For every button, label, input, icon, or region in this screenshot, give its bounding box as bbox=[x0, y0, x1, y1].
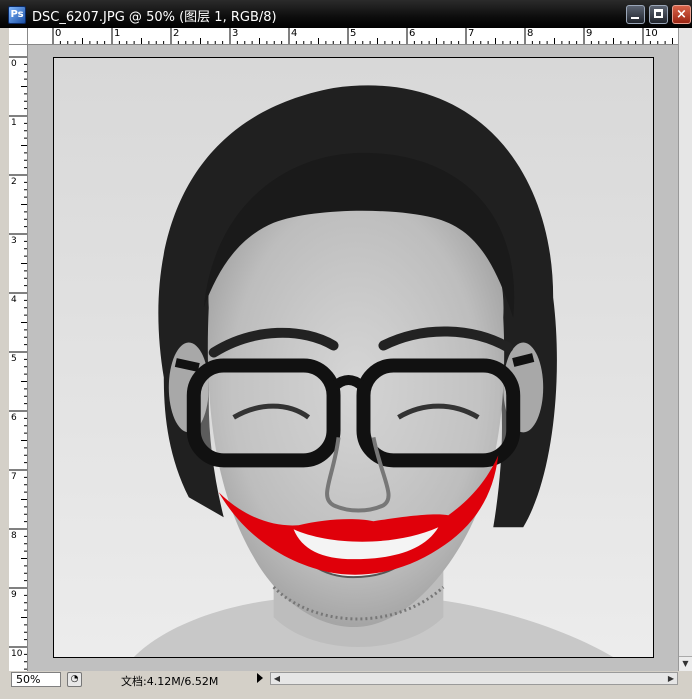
minimize-button[interactable] bbox=[626, 5, 645, 24]
vertical-ruler[interactable]: 0 1 2 3 4 5 6 7 8 9 10 bbox=[9, 45, 28, 671]
hruler-label-5: 5 bbox=[350, 28, 357, 39]
vruler-label-5: 5 bbox=[11, 354, 17, 364]
hruler-label-9: 9 bbox=[586, 28, 593, 39]
vruler-label-9: 9 bbox=[11, 590, 17, 600]
hruler-label-4: 4 bbox=[291, 28, 298, 39]
hruler-label-6: 6 bbox=[409, 28, 416, 39]
scroll-left-icon[interactable]: ◀ bbox=[271, 673, 283, 684]
maximize-icon bbox=[654, 9, 663, 18]
vruler-label-3: 3 bbox=[11, 236, 17, 246]
vertical-scrollbar[interactable]: ▼ bbox=[678, 28, 692, 671]
hruler-label-2: 2 bbox=[173, 28, 180, 39]
resize-grip[interactable] bbox=[678, 671, 692, 686]
close-icon: × bbox=[676, 7, 687, 22]
status-menu-arrow-icon[interactable] bbox=[257, 673, 263, 683]
hruler-label-10: 10 bbox=[645, 28, 658, 39]
ruler-origin-corner[interactable] bbox=[9, 28, 28, 45]
vruler-label-8: 8 bbox=[11, 531, 17, 541]
hruler-label-7: 7 bbox=[468, 28, 475, 39]
horizontal-ruler[interactable]: 0 1 2 3 4 5 6 7 8 9 10 bbox=[28, 28, 678, 45]
vruler-label-7: 7 bbox=[11, 472, 17, 482]
photoshop-document-icon: Ps bbox=[8, 6, 26, 24]
vruler-label-2: 2 bbox=[11, 177, 17, 187]
scroll-right-icon[interactable]: ▶ bbox=[665, 673, 677, 684]
scroll-down-icon[interactable]: ▼ bbox=[679, 656, 692, 671]
minimize-icon bbox=[631, 17, 639, 19]
horizontal-scrollbar[interactable]: ◀ ▶ bbox=[270, 672, 678, 685]
hruler-label-1: 1 bbox=[114, 28, 121, 39]
vruler-label-10: 10 bbox=[11, 649, 23, 659]
window-left-border bbox=[0, 28, 9, 699]
vruler-label-6: 6 bbox=[11, 413, 17, 423]
document-image[interactable] bbox=[53, 57, 654, 658]
vruler-label-0: 0 bbox=[11, 59, 17, 69]
document-size-info: 文档:4.12M/6.52M bbox=[121, 675, 219, 688]
document-canvas[interactable] bbox=[28, 45, 678, 671]
hruler-label-3: 3 bbox=[232, 28, 239, 39]
window-title: DSC_6207.JPG @ 50% (图层 1, RGB/8) bbox=[32, 10, 277, 25]
vruler-label-4: 4 bbox=[11, 295, 17, 305]
window-titlebar[interactable]: Ps DSC_6207.JPG @ 50% (图层 1, RGB/8) × bbox=[0, 0, 692, 28]
hruler-label-0: 0 bbox=[55, 28, 62, 39]
vruler-label-1: 1 bbox=[11, 118, 17, 128]
maximize-button[interactable] bbox=[649, 5, 668, 24]
zoom-level-field[interactable]: 50% bbox=[11, 672, 61, 687]
status-bar: 50% ◔ 文档:4.12M/6.52M ◀ ▶ bbox=[9, 671, 692, 699]
status-navigator-icon[interactable]: ◔ bbox=[67, 672, 82, 687]
hruler-label-8: 8 bbox=[527, 28, 534, 39]
close-button[interactable]: × bbox=[672, 5, 691, 24]
